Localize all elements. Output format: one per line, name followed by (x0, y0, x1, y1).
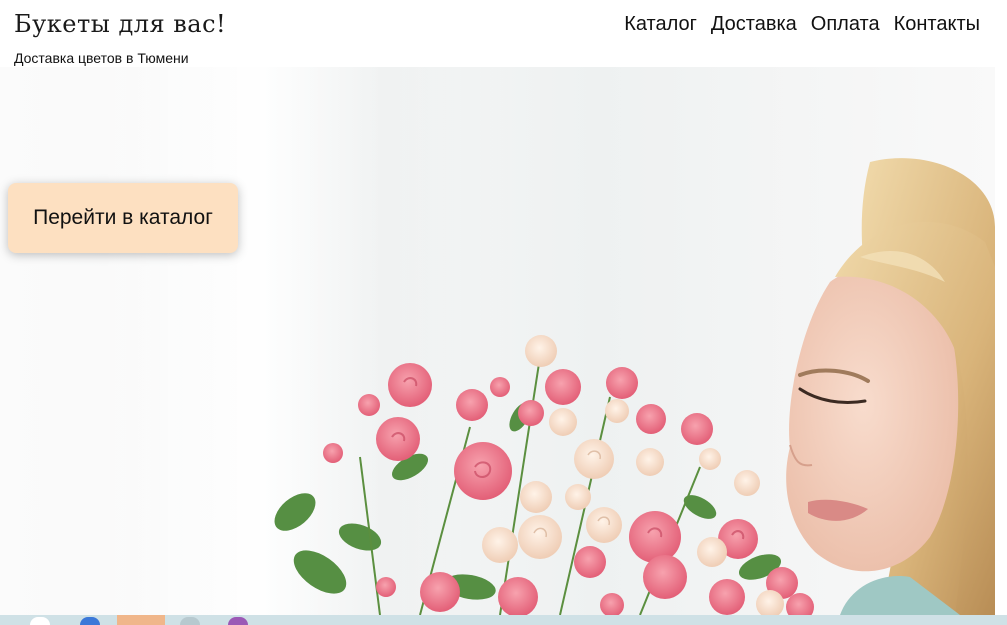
taskbar-app-icon[interactable] (228, 617, 248, 625)
taskbar-active-app[interactable] (117, 615, 165, 625)
nav-link-contacts[interactable]: Контакты (894, 13, 980, 36)
taskbar-app-icon[interactable] (180, 617, 200, 625)
os-taskbar (0, 615, 1007, 625)
main-nav: Каталог Доставка Оплата Контакты (624, 13, 980, 36)
hero-banner: Перейти в каталог (0, 67, 995, 615)
site-header: Букеты для вас! Доставка цветов в Тюмени… (0, 0, 1007, 67)
taskbar-app-icon[interactable] (80, 617, 100, 625)
site-subtitle: Доставка цветов в Тюмени (14, 50, 189, 66)
nav-link-catalog[interactable]: Каталог (624, 13, 697, 36)
nav-link-delivery[interactable]: Доставка (711, 13, 797, 36)
hero-photo-woman-with-roses (274, 158, 995, 615)
taskbar-app-icon[interactable] (30, 617, 50, 625)
nav-link-payment[interactable]: Оплата (811, 13, 880, 36)
go-to-catalog-button[interactable]: Перейти в каталог (8, 183, 238, 253)
site-title[interactable]: Букеты для вас! (14, 10, 226, 38)
